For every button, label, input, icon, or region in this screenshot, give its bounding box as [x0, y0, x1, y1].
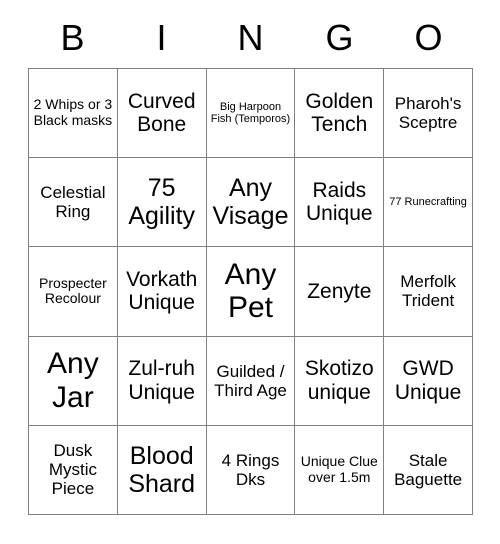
bingo-cell[interactable]: Stale Baguette: [384, 425, 473, 515]
bingo-cell-label: Blood Shard: [128, 441, 196, 498]
bingo-header-letter-g: G: [325, 17, 354, 58]
bingo-cell-label: Curved Bone: [127, 89, 196, 137]
bingo-cell[interactable]: Unique Clue over 1.5m: [295, 425, 385, 515]
bingo-cell[interactable]: GWD Unique: [384, 336, 473, 426]
bingo-cell-label: Dusk Mystic Piece: [48, 441, 97, 499]
bingo-cell-label: Vorkath Unique: [126, 267, 198, 315]
bingo-card: B I N G O 2 Whips or 3 Black masks Curve…: [0, 0, 500, 544]
bingo-cell-label: Stale Baguette: [394, 450, 463, 489]
bingo-cell[interactable]: Any Jar: [29, 336, 118, 426]
bingo-cell-label: Big Harpoon Fish (Temporos): [210, 100, 291, 126]
bingo-cell[interactable]: Zul-ruh Unique: [117, 336, 207, 426]
bingo-cell[interactable]: Any Visage: [206, 158, 296, 248]
bingo-cell-label: 4 Rings Dks: [221, 450, 280, 489]
bingo-cell-label: Any Visage: [212, 174, 289, 231]
bingo-cell[interactable]: 2 Whips or 3 Black masks: [29, 69, 118, 159]
bingo-header-row: B I N G O: [28, 10, 473, 66]
bingo-cell-label: Skotizo unique: [304, 357, 374, 404]
bingo-cell[interactable]: Big Harpoon Fish (Temporos): [206, 69, 296, 159]
bingo-cell-label: 77 Runecrafting: [389, 196, 467, 209]
bingo-cell-label: Guilded / Third Age: [214, 361, 287, 400]
bingo-cell-label: 75 Agility: [128, 174, 196, 231]
bingo-cell[interactable]: Any Pet: [206, 247, 296, 337]
bingo-cell[interactable]: Pharoh's Sceptre: [384, 69, 473, 159]
bingo-cell-label: Any Pet: [224, 257, 277, 325]
bingo-cell[interactable]: Skotizo unique: [295, 336, 385, 426]
bingo-cell[interactable]: Dusk Mystic Piece: [29, 425, 118, 515]
bingo-cell-label: Unique Clue over 1.5m: [300, 453, 378, 485]
bingo-header-letter-n: N: [237, 17, 264, 58]
bingo-cell-label: Zul-ruh Unique: [128, 357, 195, 404]
bingo-cell[interactable]: Zenyte: [295, 247, 385, 337]
bingo-cell-label: Celestial Ring: [40, 183, 106, 222]
bingo-cell[interactable]: 75 Agility: [117, 158, 207, 248]
bingo-cell[interactable]: Merfolk Trident: [384, 247, 473, 337]
bingo-header-letter-b: B: [60, 17, 85, 58]
bingo-cell-label: Zenyte: [307, 279, 372, 303]
bingo-cell-label: Golden Tench: [305, 89, 374, 137]
bingo-header-letter-o: O: [414, 17, 443, 58]
bingo-grid: 2 Whips or 3 Black masks Curved Bone Big…: [28, 68, 473, 515]
bingo-cell[interactable]: 77 Runecrafting: [384, 158, 473, 248]
bingo-cell[interactable]: Guilded / Third Age: [206, 336, 296, 426]
bingo-cell[interactable]: Golden Tench: [295, 69, 385, 159]
bingo-cell-label: 2 Whips or 3 Black masks: [33, 96, 113, 129]
bingo-cell-label: Merfolk Trident: [400, 272, 456, 311]
bingo-cell[interactable]: Blood Shard: [117, 425, 207, 515]
bingo-cell-label: Any Jar: [47, 347, 99, 414]
bingo-cell[interactable]: Raids Unique: [295, 158, 385, 248]
bingo-cell-label: GWD Unique: [394, 357, 462, 404]
bingo-cell[interactable]: Vorkath Unique: [117, 247, 207, 337]
bingo-cell-label: Prospecter Recolour: [39, 274, 107, 307]
bingo-cell[interactable]: Curved Bone: [117, 69, 207, 159]
bingo-cell-label: Raids Unique: [306, 178, 373, 226]
bingo-cell-label: Pharoh's Sceptre: [394, 94, 462, 133]
bingo-header-letter-i: I: [156, 17, 167, 58]
bingo-cell[interactable]: 4 Rings Dks: [206, 425, 296, 515]
bingo-cell[interactable]: Celestial Ring: [29, 158, 118, 248]
bingo-cell[interactable]: Prospecter Recolour: [29, 247, 118, 337]
